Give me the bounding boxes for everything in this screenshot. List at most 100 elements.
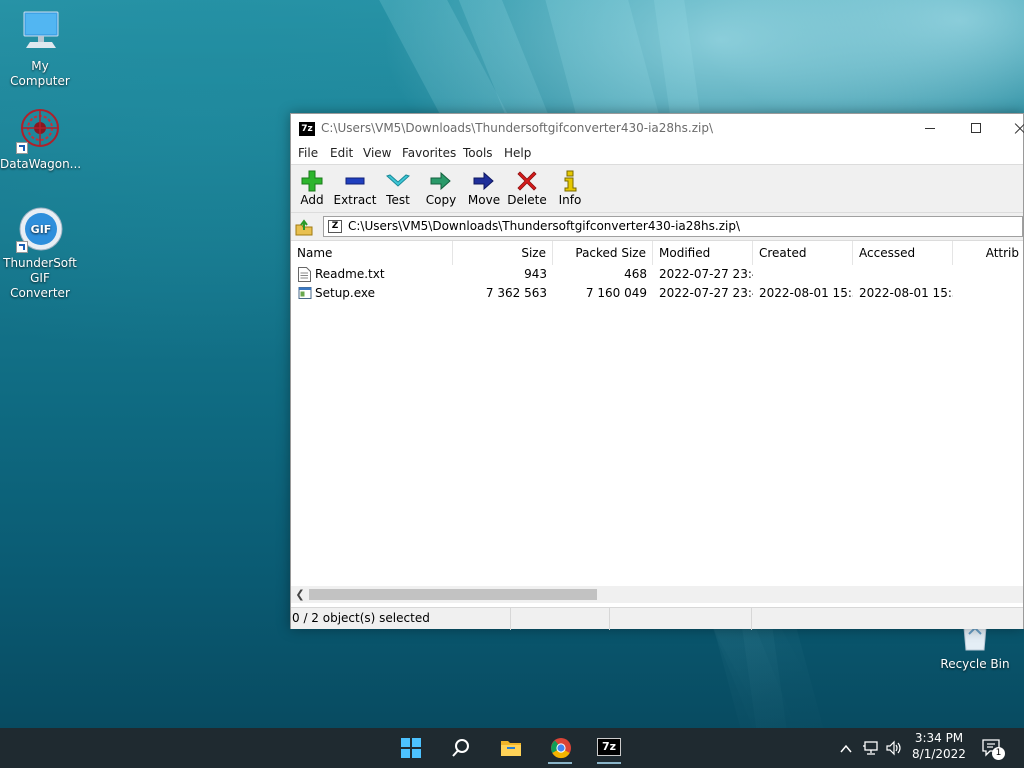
column-header-size[interactable]: Size [453, 241, 553, 265]
close-button[interactable] [999, 114, 1024, 144]
status-divider [751, 608, 752, 630]
add-button[interactable]: Add [290, 168, 334, 210]
menu-view[interactable]: View [363, 146, 391, 160]
status-divider [609, 608, 610, 630]
file-packed-size: 468 [624, 267, 647, 281]
clock-date: 8/1/2022 [912, 747, 966, 761]
desktop-icon-datawagon[interactable]: DataWagon... [0, 106, 82, 172]
file-created: 2022-08-01 15:33 [759, 286, 853, 300]
test-label: Test [386, 193, 410, 207]
file-modified: 2022-07-27 23:44 [659, 267, 753, 281]
file-accessed: 2022-08-01 15:33 [859, 286, 953, 300]
menu-favorites[interactable]: Favorites [402, 146, 456, 160]
check-icon [386, 174, 410, 187]
chrome-button[interactable] [540, 732, 580, 764]
menu-help[interactable]: Help [504, 146, 531, 160]
minimize-button[interactable] [907, 114, 953, 144]
copy-arrow-icon [430, 171, 451, 191]
clock-time: 3:34 PM [914, 731, 964, 745]
7zip-icon: 7z [597, 738, 621, 756]
status-divider [510, 608, 511, 630]
menu-bar: File Edit View Favorites Tools Help [291, 144, 1023, 164]
folder-up-icon[interactable] [295, 218, 313, 236]
file-accessed [853, 265, 953, 284]
copy-button[interactable]: Copy [419, 168, 463, 210]
column-headers: Name Size Packed Size Modified Created A… [291, 241, 1023, 265]
shortcut-arrow-icon [16, 241, 28, 253]
7zip-window: 7z C:\Users\VM5\Downloads\Thundersoftgif… [290, 113, 1024, 630]
move-arrow-icon [473, 171, 494, 191]
file-modified: 2022-07-27 23:44 [659, 286, 753, 300]
extract-button[interactable]: Extract [333, 168, 377, 210]
notification-center-button[interactable]: 1 [982, 739, 1005, 760]
column-header-attrib[interactable]: Attrib [953, 241, 1024, 265]
menu-edit[interactable]: Edit [330, 146, 353, 160]
table-row[interactable]: Setup.exe 7 362 563 7 160 049 2022-07-27… [291, 284, 1023, 303]
column-header-packed-size[interactable]: Packed Size [553, 241, 653, 265]
menu-tools[interactable]: Tools [463, 146, 493, 160]
delete-button[interactable]: Delete [505, 168, 549, 210]
taskbar: 7z 3:34 PM 8/1/2022 1 [0, 728, 1024, 768]
add-label: Add [300, 193, 324, 207]
start-button[interactable] [391, 732, 431, 764]
file-name: Setup.exe [315, 286, 376, 300]
network-icon[interactable] [862, 740, 880, 756]
volume-icon[interactable] [885, 740, 903, 756]
folder-icon [501, 741, 521, 756]
minus-icon [345, 177, 365, 185]
desktop-icon-thundersoft-gif-converter[interactable]: GIF ThunderSoft GIF Converter [0, 205, 80, 301]
file-explorer-button[interactable] [490, 732, 530, 764]
move-label: Move [467, 193, 501, 207]
title-bar[interactable]: 7z C:\Users\VM5\Downloads\Thundersoftgif… [291, 114, 1023, 144]
column-header-created[interactable]: Created [753, 241, 853, 265]
scrollbar-thumb[interactable] [309, 589, 597, 600]
window-title: C:\Users\VM5\Downloads\Thundersoftgifcon… [321, 121, 714, 135]
active-indicator [548, 762, 572, 764]
table-row[interactable]: Readme.txt 943 468 2022-07-27 23:44 [291, 265, 1023, 284]
gif-converter-icon: GIF [16, 205, 64, 253]
clock[interactable]: 3:34 PM 8/1/2022 [908, 731, 970, 761]
delete-label: Delete [507, 193, 547, 207]
desktop-icon-my-computer[interactable]: My Computer [0, 8, 80, 89]
windows-logo-icon [401, 738, 421, 758]
file-created [753, 265, 853, 284]
archive-icon: Z [328, 220, 342, 233]
plus-icon [301, 170, 323, 192]
x-icon [517, 171, 537, 191]
column-header-modified[interactable]: Modified [653, 241, 753, 265]
search-button[interactable] [441, 732, 481, 764]
status-text: 0 / 2 object(s) selected [292, 611, 430, 625]
search-icon [452, 739, 469, 757]
desktop-icon-label: DataWagon... [0, 157, 82, 171]
extract-label: Extract [333, 193, 377, 207]
column-header-name[interactable]: Name [291, 241, 453, 265]
address-path: C:\Users\VM5\Downloads\Thundersoftgifcon… [348, 219, 741, 233]
file-name: Readme.txt [315, 267, 385, 281]
column-header-accessed[interactable]: Accessed [853, 241, 953, 265]
scroll-left-icon[interactable]: ❮ [293, 586, 307, 603]
address-field[interactable]: Z C:\Users\VM5\Downloads\Thundersoftgifc… [323, 216, 1023, 237]
desktop-icon-label: ThunderSoft GIF Converter [3, 256, 77, 300]
toolbar: Add Extract Test Copy Move Delete Info [291, 164, 1023, 213]
chrome-icon [551, 738, 571, 759]
horizontal-scrollbar[interactable]: ❮ [291, 586, 1023, 603]
shortcut-arrow-icon [16, 142, 28, 154]
address-bar: Z C:\Users\VM5\Downloads\Thundersoftgifc… [291, 213, 1023, 241]
info-label: Info [558, 193, 582, 207]
file-packed-size: 7 160 049 [585, 286, 647, 300]
svg-text:GIF: GIF [31, 223, 52, 236]
info-button[interactable]: Info [548, 168, 592, 210]
7zip-taskbar-button[interactable]: 7z [589, 732, 629, 764]
copy-label: Copy [425, 193, 457, 207]
menu-file[interactable]: File [298, 146, 318, 160]
file-size: 7 362 563 [485, 286, 547, 300]
test-button[interactable]: Test [376, 168, 420, 210]
file-size: 943 [524, 267, 547, 281]
move-button[interactable]: Move [462, 168, 506, 210]
status-bar: 0 / 2 object(s) selected [291, 607, 1023, 630]
info-icon [564, 170, 577, 192]
maximize-button[interactable] [953, 114, 999, 144]
datawagon-icon [16, 106, 64, 154]
desktop-icon-label: Recycle Bin [940, 657, 1010, 671]
show-hidden-icons-chevron-icon[interactable] [839, 741, 853, 755]
